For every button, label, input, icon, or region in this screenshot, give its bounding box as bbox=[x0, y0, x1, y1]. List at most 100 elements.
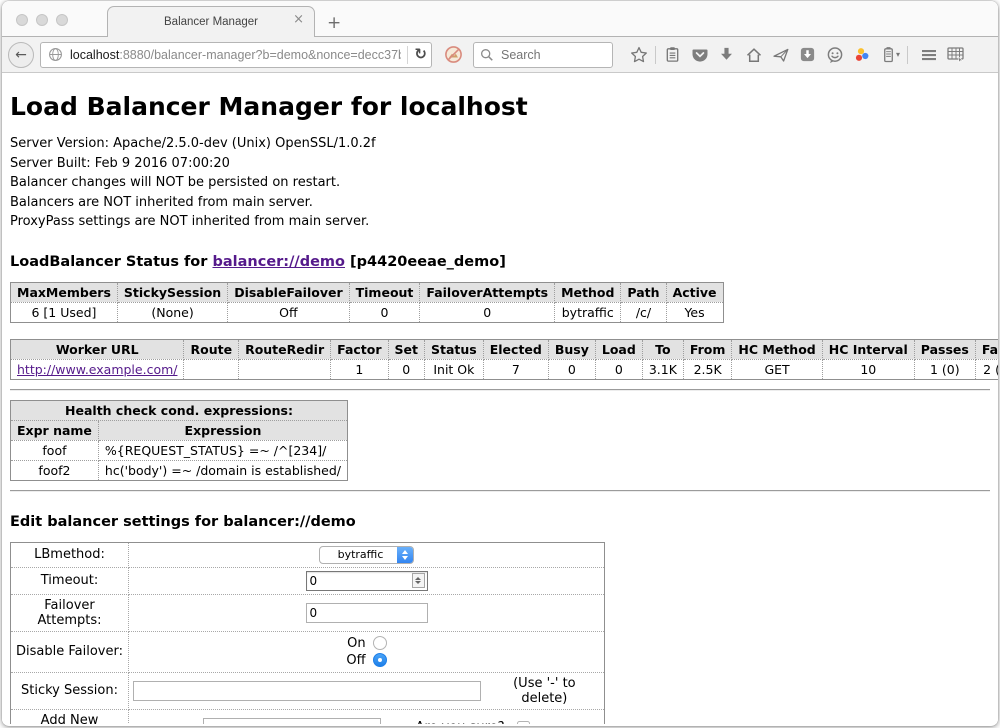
toolbar-divider bbox=[655, 46, 656, 64]
close-tab-icon[interactable]: × bbox=[293, 13, 304, 26]
add-worker-input[interactable] bbox=[203, 718, 381, 725]
notice-inherit: Balancers are NOT inherited from main se… bbox=[10, 193, 990, 213]
add-worker-label: Add New Worker: bbox=[11, 709, 129, 724]
reading-list-button[interactable] bbox=[659, 42, 686, 68]
timeout-label: Timeout: bbox=[11, 567, 129, 594]
sticky-session-label: Sticky Session: bbox=[11, 672, 129, 709]
table-cell: 2.5K bbox=[683, 359, 732, 379]
radio-on[interactable] bbox=[373, 636, 387, 650]
table-cell: Yes bbox=[666, 302, 723, 322]
send-button[interactable] bbox=[767, 42, 794, 68]
reload-icon[interactable]: ↻ bbox=[414, 47, 427, 62]
table-row: 6 [1 Used](None)Off00bytraffic/c/Yes bbox=[11, 302, 724, 322]
page-title: Load Balancer Manager for localhost bbox=[10, 92, 990, 121]
globe-icon bbox=[48, 47, 63, 62]
column-header: Worker URL bbox=[11, 339, 184, 359]
select-stepper-icon bbox=[397, 546, 413, 564]
server-info: Server Version: Apache/2.5.0-dev (Unix) … bbox=[10, 134, 990, 232]
colored-dots-icon bbox=[853, 46, 871, 64]
column-header: Path bbox=[621, 282, 666, 302]
column-header: RouteRedir bbox=[239, 339, 331, 359]
menu-button[interactable] bbox=[915, 42, 942, 68]
edit-settings-heading: Edit balancer settings for balancer://de… bbox=[10, 514, 990, 530]
table-cell: 3.1K bbox=[642, 359, 683, 379]
page-content: Load Balancer Manager for localhost Serv… bbox=[2, 73, 998, 724]
column-header: HC Method bbox=[732, 339, 822, 359]
radio-off[interactable] bbox=[373, 653, 387, 667]
zoom-window-button[interactable] bbox=[56, 14, 68, 26]
pocket-button[interactable] bbox=[686, 42, 713, 68]
worker-url-link[interactable]: http://www.example.com/ bbox=[17, 362, 177, 377]
table-cell: 0 bbox=[548, 359, 595, 379]
table-row: foof%{REQUEST_STATUS} =~ /^[234]/ bbox=[11, 440, 348, 460]
table-row: http://www.example.com/10Init Ok7003.1K2… bbox=[11, 359, 999, 379]
new-tab-button[interactable]: + bbox=[327, 15, 341, 32]
table-cell: 7 bbox=[483, 359, 548, 379]
disable-failover-label: Disable Failover: bbox=[11, 631, 129, 672]
apps-grid-button[interactable] bbox=[942, 42, 969, 68]
table-cell: bytraffic bbox=[555, 302, 621, 322]
content-blocked-icon[interactable] bbox=[444, 45, 463, 64]
column-header: MaxMembers bbox=[11, 282, 118, 302]
timeout-row: Timeout: 0 bbox=[11, 567, 605, 594]
are-you-sure-checkbox[interactable] bbox=[517, 721, 530, 724]
table-cell: Init Ok bbox=[425, 359, 484, 379]
column-header: Method bbox=[555, 282, 621, 302]
failover-attempts-label: Failover Attempts: bbox=[11, 594, 129, 631]
bookmark-star-icon bbox=[630, 46, 648, 64]
table-cell: %{REQUEST_STATUS} =~ /^[234]/ bbox=[98, 440, 347, 460]
table-cell: hc('body') =~ /domain is established/ bbox=[98, 460, 347, 480]
number-spinner-icon[interactable] bbox=[412, 573, 425, 588]
home-button[interactable] bbox=[740, 42, 767, 68]
lbmethod-select[interactable]: bytraffic bbox=[319, 546, 415, 564]
radio-on-label: On bbox=[347, 636, 365, 651]
save-to-device-button[interactable] bbox=[794, 42, 821, 68]
search-icon bbox=[480, 48, 494, 62]
column-header: To bbox=[642, 339, 683, 359]
table-cell: 10 bbox=[822, 359, 914, 379]
sticky-session-input[interactable] bbox=[133, 681, 481, 701]
pocket-icon bbox=[691, 46, 709, 64]
bookmark-star-button[interactable] bbox=[625, 42, 652, 68]
clipboard-icon bbox=[664, 46, 681, 63]
table-cell: 0 bbox=[595, 359, 642, 379]
feedback-button[interactable] bbox=[821, 42, 848, 68]
column-header: Active bbox=[666, 282, 723, 302]
multi-color-dots-button[interactable] bbox=[848, 42, 875, 68]
table-cell: foof2 bbox=[11, 460, 99, 480]
server-version: Server Version: Apache/2.5.0-dev (Unix) … bbox=[10, 134, 990, 154]
divider bbox=[10, 389, 990, 391]
home-icon bbox=[745, 46, 763, 64]
back-button[interactable]: ← bbox=[8, 42, 34, 68]
tab-title: Balancer Manager bbox=[164, 16, 258, 28]
column-header: Elected bbox=[483, 339, 548, 359]
failover-attempts-input[interactable] bbox=[306, 603, 428, 623]
downloads-button[interactable] bbox=[713, 42, 740, 68]
column-header: Timeout bbox=[349, 282, 420, 302]
search-input[interactable] bbox=[499, 47, 599, 63]
balancer-status-table: MaxMembersStickySessionDisableFailoverTi… bbox=[10, 282, 724, 323]
browser-tab[interactable]: Balancer Manager × bbox=[107, 6, 315, 37]
column-header: Status bbox=[425, 339, 484, 359]
sticky-session-row: Sticky Session: (Use '-' to delete) bbox=[11, 672, 605, 709]
column-header: Fails bbox=[975, 339, 998, 359]
table-cell: GET bbox=[732, 359, 822, 379]
minimize-window-button[interactable] bbox=[36, 14, 48, 26]
column-header: Route bbox=[184, 339, 239, 359]
search-bar[interactable] bbox=[473, 42, 613, 68]
battery-dropdown-caret-icon[interactable]: ▾ bbox=[896, 50, 900, 59]
table-row: foof2hc('body') =~ /domain is establishe… bbox=[11, 460, 348, 480]
navigation-toolbar: ← localhost:8880/balancer-manager?b=demo… bbox=[2, 37, 998, 73]
notice-persist: Balancer changes will NOT be persisted o… bbox=[10, 173, 990, 193]
battery-icon bbox=[880, 46, 897, 63]
url-bar[interactable]: localhost:8880/balancer-manager?b=demo&n… bbox=[40, 42, 432, 68]
close-window-button[interactable] bbox=[16, 14, 28, 26]
column-header: Busy bbox=[548, 339, 595, 359]
url-divider bbox=[407, 46, 408, 64]
timeout-input[interactable]: 0 bbox=[306, 571, 428, 591]
table-cell: 6 [1 Used] bbox=[11, 302, 118, 322]
table-cell: 0 bbox=[349, 302, 420, 322]
paper-plane-icon bbox=[772, 46, 790, 64]
balancer-demo-link[interactable]: balancer://demo bbox=[212, 254, 345, 270]
column-header: Load bbox=[595, 339, 642, 359]
